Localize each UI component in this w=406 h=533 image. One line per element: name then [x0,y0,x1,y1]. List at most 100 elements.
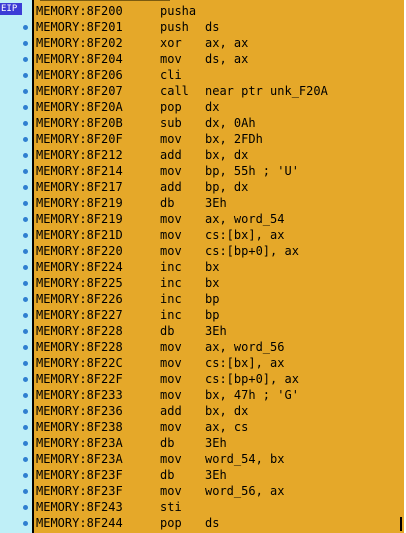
row-address: MEMORY:8F244 [36,516,123,530]
row-operands: bx, dx [205,148,249,162]
breakpoint-dot-icon[interactable] [23,169,28,174]
row-address: MEMORY:8F226 [36,292,123,306]
row-address: MEMORY:8F206 [36,68,123,82]
row-operands: cs:[bp+0], ax [205,244,299,258]
eip-marker: EIP [0,3,22,15]
row-operands: ds [205,516,220,530]
breakpoint-dot-icon[interactable] [23,201,28,206]
row-operands: near ptr unk_F20A [205,84,328,98]
row-address: MEMORY:8F20B [36,116,123,130]
breakpoint-dot-icon[interactable] [23,105,28,110]
row-operands: 3Eh [205,468,227,482]
breakpoint-dot-icon[interactable] [23,345,28,350]
row-address: MEMORY:8F233 [36,388,123,402]
breakpoint-dot-icon[interactable] [23,297,28,302]
breakpoint-dot-icon[interactable] [23,137,28,142]
row-address: MEMORY:8F225 [36,276,123,290]
row-operands: ds [205,20,220,34]
row-operands: dx, 0Ah [205,116,256,130]
row-mnemonic: pusha [160,4,197,18]
row-operands: cs:[bx], ax [205,228,285,242]
breakpoint-dot-icon[interactable] [23,265,28,270]
row-operands: bx, 2FDh [205,132,263,146]
row-operands: bp [205,308,220,322]
row-address: MEMORY:8F20F [36,132,123,146]
row-operands: bx [205,276,220,290]
row-operands: word_56, ax [205,484,285,498]
row-address: MEMORY:8F21D [36,228,123,242]
row-address: MEMORY:8F228 [36,324,123,338]
row-address: MEMORY:8F23A [36,436,123,450]
breakpoint-dot-icon[interactable] [23,521,28,526]
row-operands: word_54, bx [205,452,285,466]
row-address: MEMORY:8F23F [36,484,123,498]
breakpoint-dot-icon[interactable] [23,409,28,414]
row-address: MEMORY:8F22C [36,356,123,370]
breakpoint-dot-icon[interactable] [23,121,28,126]
row-address: MEMORY:8F227 [36,308,123,322]
row-operands: bp, 55h ; 'U' [205,164,299,178]
row-operands: ax, ax [205,36,249,50]
row-operands: bx, dx [205,404,249,418]
breakpoint-dot-icon[interactable] [23,25,28,30]
gutter[interactable]: EIP [0,0,32,533]
row-operands: dx [205,100,220,114]
breakpoint-dot-icon[interactable] [23,41,28,46]
row-address: MEMORY:8F219 [36,212,123,226]
breakpoint-dot-icon[interactable] [23,313,28,318]
row-address: MEMORY:8F202 [36,36,123,50]
breakpoint-dot-icon[interactable] [23,377,28,382]
breakpoint-dot-icon[interactable] [23,505,28,510]
breakpoint-dot-icon[interactable] [23,281,28,286]
row-mnemonic: cli [160,68,182,82]
row-operands: 3Eh [205,324,227,338]
row-operands: bx [205,260,220,274]
breakpoint-dot-icon[interactable] [23,73,28,78]
row-operands: 3Eh [205,196,227,210]
row-operands: 3Eh [205,436,227,450]
row-address: MEMORY:8F214 [36,164,123,178]
row-address: MEMORY:8F243 [36,500,123,514]
breakpoint-dot-icon[interactable] [23,249,28,254]
row-operands: bp, dx [205,180,249,194]
breakpoint-dot-icon[interactable] [23,185,28,190]
row-address: MEMORY:8F207 [36,84,123,98]
breakpoint-dot-icon[interactable] [23,425,28,430]
row-address: MEMORY:8F204 [36,52,123,66]
row-operands: ds, ax [205,52,249,66]
breakpoint-dot-icon[interactable] [23,89,28,94]
row-address: MEMORY:8F212 [36,148,123,162]
row-address: MEMORY:8F236 [36,404,123,418]
row-address: MEMORY:8F201 [36,20,123,34]
breakpoint-dot-icon[interactable] [23,57,28,62]
breakpoint-dot-icon[interactable] [23,329,28,334]
row-operands: cs:[bp+0], ax [205,372,299,386]
breakpoint-dot-icon[interactable] [23,457,28,462]
row-mnemonic: sti [160,500,182,514]
breakpoint-dot-icon[interactable] [23,489,28,494]
row-address: MEMORY:8F217 [36,180,123,194]
text-cursor [400,517,402,531]
breakpoint-dot-icon[interactable] [23,393,28,398]
breakpoint-dot-icon[interactable] [23,217,28,222]
row-operands: ax, cs [205,420,249,434]
row-address: MEMORY:8F219 [36,196,123,210]
row-address: MEMORY:8F20A [36,100,123,114]
row-address: MEMORY:8F22F [36,372,123,386]
row-operands: ax, word_56 [205,340,285,354]
row-address: MEMORY:8F228 [36,340,123,354]
row-address: MEMORY:8F23A [36,452,123,466]
breakpoint-dot-icon[interactable] [23,473,28,478]
breakpoint-dot-icon[interactable] [23,153,28,158]
row-address: MEMORY:8F238 [36,420,123,434]
row-address: MEMORY:8F200 [36,4,123,18]
row-address: MEMORY:8F220 [36,244,123,258]
row-address: MEMORY:8F23F [36,468,123,482]
row-operands: bx, 47h ; 'G' [205,388,299,402]
breakpoint-dot-icon[interactable] [23,233,28,238]
breakpoint-dot-icon[interactable] [23,441,28,446]
row-operands: cs:[bx], ax [205,356,285,370]
breakpoint-dot-icon[interactable] [23,361,28,366]
row-operands: bp [205,292,220,306]
row-operands: ax, word_54 [205,212,285,226]
